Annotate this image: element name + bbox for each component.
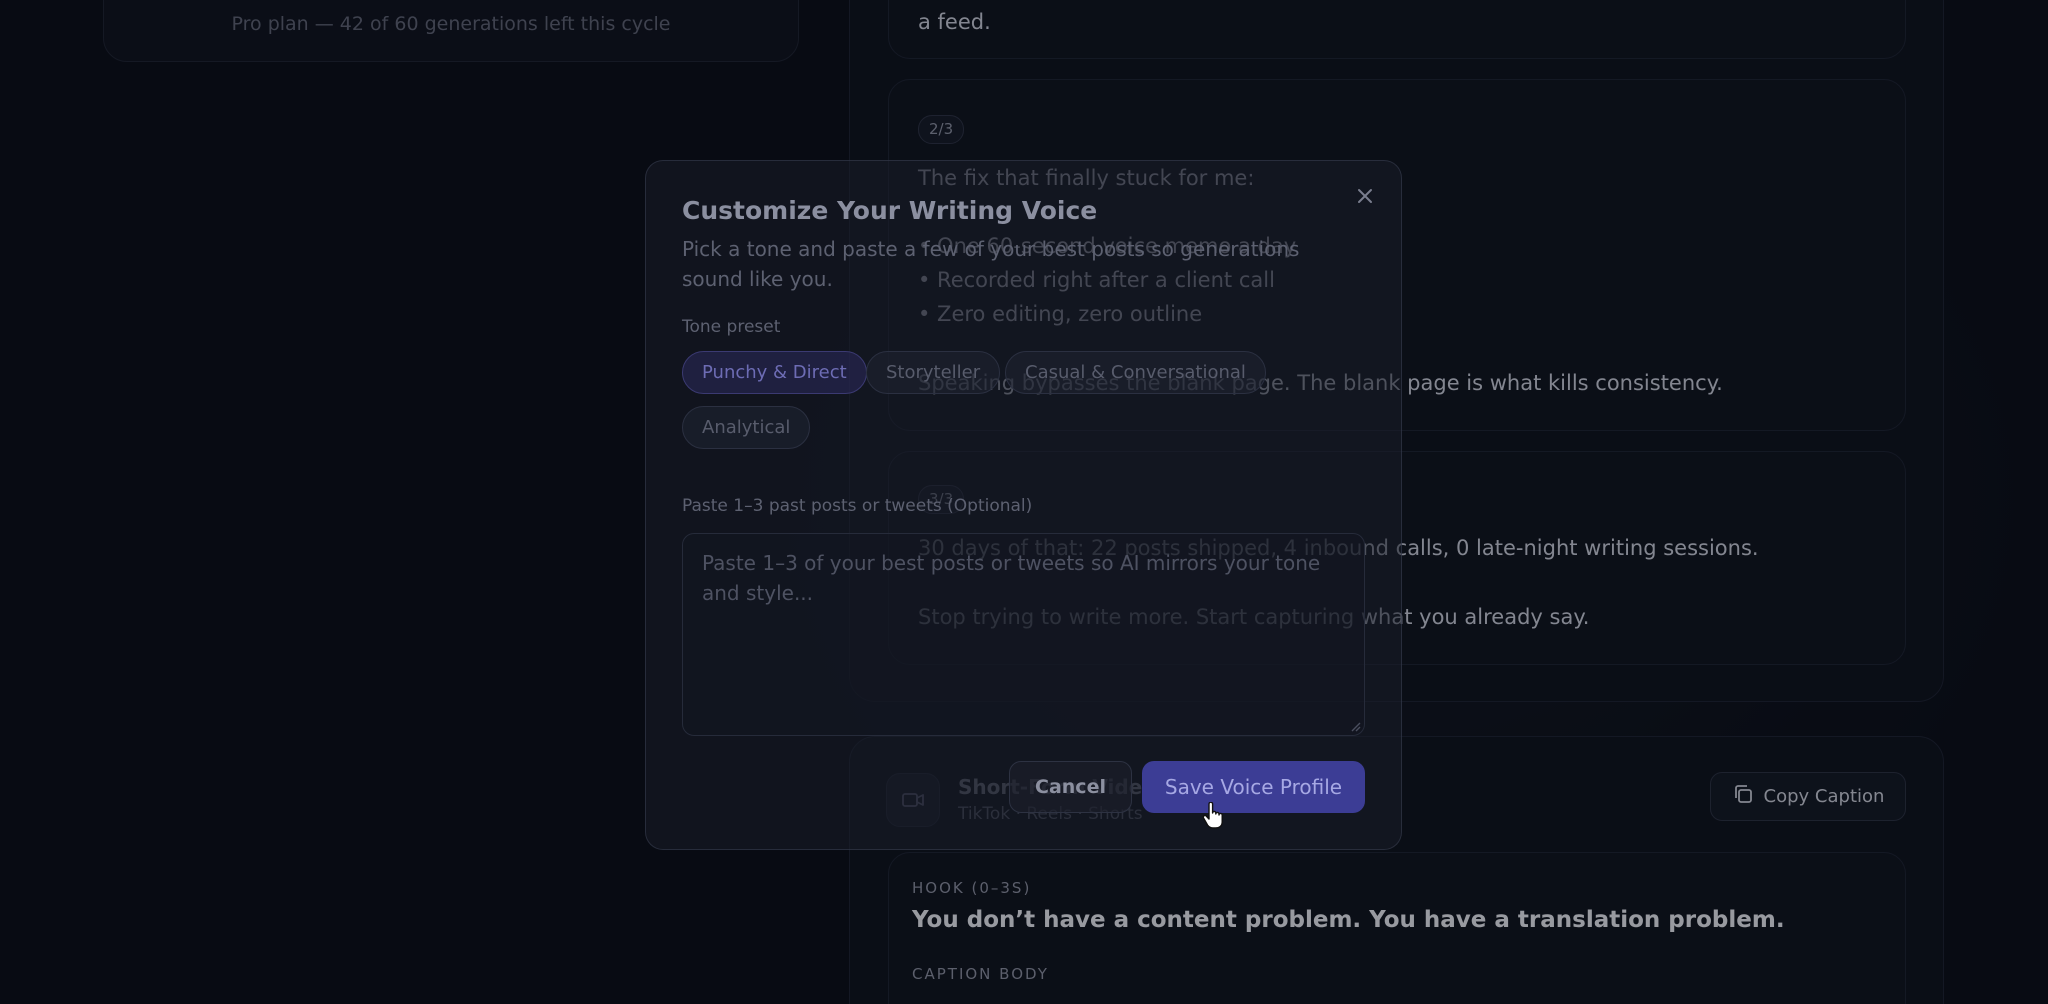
past-posts-placeholder: Paste 1–3 of your best posts or tweets s… xyxy=(702,551,1321,605)
tone-chip-casual-conversational[interactable]: Casual & Conversational xyxy=(1005,351,1266,394)
close-icon[interactable] xyxy=(1353,184,1377,208)
tone-preset-label: Tone preset xyxy=(682,317,781,337)
modal-title: Customize Your Writing Voice xyxy=(682,196,1098,225)
cancel-button[interactable]: Cancel xyxy=(1009,761,1132,813)
past-posts-label: Paste 1–3 past posts or tweets (Optional… xyxy=(682,496,1033,516)
past-posts-textarea[interactable]: Paste 1–3 of your best posts or tweets s… xyxy=(682,533,1365,736)
resize-grip-icon[interactable] xyxy=(1349,720,1361,732)
modal-description: Pick a tone and paste a few of your best… xyxy=(682,237,1300,291)
tone-chip-analytical[interactable]: Analytical xyxy=(682,406,811,449)
save-voice-profile-button[interactable]: Save Voice Profile xyxy=(1142,761,1365,813)
hand-cursor-icon xyxy=(1202,801,1224,834)
tone-chip-storyteller[interactable]: Storyteller xyxy=(866,351,1001,394)
tone-chip-punchy-direct[interactable]: Punchy & Direct xyxy=(682,351,867,394)
